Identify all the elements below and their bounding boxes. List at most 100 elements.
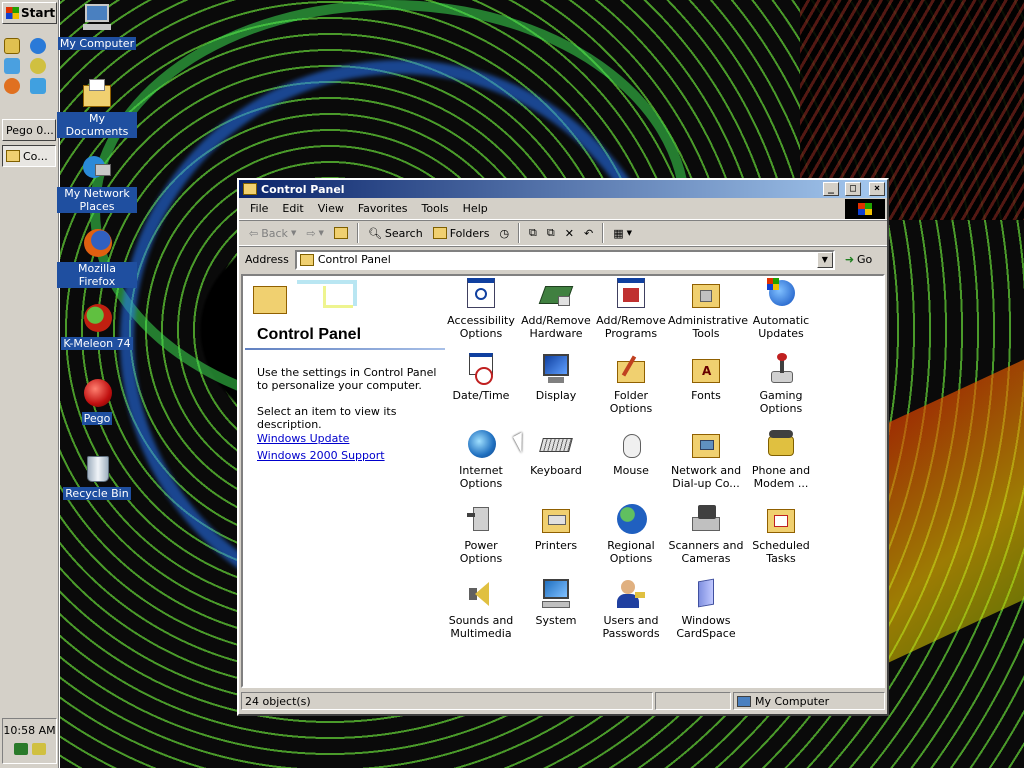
menu-favorites[interactable]: Favorites	[351, 202, 415, 215]
cp-item-label: System	[535, 614, 577, 627]
mouse-icon	[615, 428, 647, 460]
status-cell	[655, 692, 731, 710]
close-button[interactable]: ×	[869, 182, 885, 196]
pane-text: Use the settings in Control Panel to per…	[257, 366, 437, 392]
cp-item-display[interactable]: Display	[518, 353, 594, 402]
minimize-button[interactable]: _	[823, 182, 839, 196]
accessibility-icon	[465, 278, 497, 310]
address-value: Control Panel	[317, 253, 391, 266]
firefox-icon[interactable]	[4, 78, 20, 94]
taskbar: Start Pego 0... Co... 10:58 AM	[0, 0, 60, 768]
menu-tools[interactable]: Tools	[415, 202, 456, 215]
cp-item-windows-cardspace[interactable]: Windows CardSpace	[668, 578, 744, 640]
cp-item-phone-modem[interactable]: Phone and Modem ...	[743, 428, 819, 490]
network-tray-icon[interactable]	[13, 743, 28, 755]
undo-button[interactable]: ↶	[580, 222, 597, 244]
address-bar: Address Control Panel ▼ ➜ Go	[239, 246, 887, 272]
move-to-icon: ⧉	[529, 226, 537, 239]
cp-item-scheduled-tasks[interactable]: Scheduled Tasks	[743, 503, 819, 565]
views-button[interactable]: ▦ ▼	[609, 222, 636, 244]
cp-item-internet-options[interactable]: Internet Options	[443, 428, 519, 490]
cp-item-network[interactable]: Network and Dial-up Co...	[668, 428, 744, 490]
move-to-button[interactable]: ⧉	[525, 222, 541, 244]
cp-item-regional-options[interactable]: Regional Options	[593, 503, 669, 565]
clock[interactable]: 10:58 AM	[3, 724, 56, 737]
cp-item-gaming-options[interactable]: Gaming Options	[743, 353, 819, 415]
cp-item-mouse[interactable]: Mouse	[593, 428, 669, 477]
address-dropdown-button[interactable]: ▼	[816, 251, 833, 268]
cp-item-date-time[interactable]: Date/Time	[443, 353, 519, 402]
web-view-pane: Control Panel Use the settings in Contro…	[243, 276, 448, 686]
delete-button[interactable]: ✕	[561, 222, 578, 244]
start-button[interactable]: Start	[2, 2, 57, 24]
views-icon: ▦	[613, 226, 624, 240]
cp-item-accessibility[interactable]: Accessibility Options	[443, 278, 519, 340]
title-bar[interactable]: Control Panel _ □ ×	[239, 180, 887, 198]
cp-item-automatic-updates[interactable]: Automatic Updates	[743, 278, 819, 340]
recycle-bin-icon	[81, 452, 113, 484]
menu-help[interactable]: Help	[456, 202, 495, 215]
up-folder-button[interactable]	[330, 222, 352, 244]
cp-item-label: Mouse	[613, 464, 649, 477]
cp-item-keyboard[interactable]: Keyboard	[518, 428, 594, 477]
automatic-updates-icon	[765, 278, 797, 310]
display-icon	[540, 353, 572, 385]
undo-icon: ↶	[583, 226, 594, 240]
taskbar-button-control-panel[interactable]: Co...	[2, 145, 56, 167]
cp-item-system[interactable]: System	[518, 578, 594, 627]
desktop-icon-network-places[interactable]: My Network Places	[57, 152, 137, 213]
cp-item-printers[interactable]: Printers	[518, 503, 594, 552]
back-arrow-icon: ⇦	[249, 226, 259, 240]
keyboard-icon	[539, 428, 573, 460]
address-input[interactable]: Control Panel ▼	[294, 249, 835, 270]
folders-button[interactable]: Folders	[429, 222, 494, 244]
desktop-icon-label: K-Meleon 74	[61, 337, 133, 350]
copy-to-button[interactable]: ⧉	[543, 222, 559, 244]
forward-button[interactable]: ⇨ ▼	[302, 222, 328, 244]
search-label: Search	[384, 226, 423, 240]
toolbar-separator	[518, 223, 521, 243]
desktop-icon-k-meleon[interactable]: K-Meleon 74	[57, 302, 137, 350]
taskbar-button-pego[interactable]: Pego 0...	[2, 119, 56, 141]
network-icon	[690, 428, 722, 460]
desktop-icon-pego[interactable]: Pego	[57, 377, 137, 425]
menu-view[interactable]: View	[311, 202, 351, 215]
cp-item-users-passwords[interactable]: Users and Passwords	[593, 578, 669, 640]
cp-item-folder-options[interactable]: Folder Options	[593, 353, 669, 415]
control-panel-icon	[6, 150, 20, 162]
cp-item-add-hardware[interactable]: Add/Remove Hardware	[518, 278, 594, 340]
pane-title: Control Panel	[257, 326, 362, 343]
control-panel-banner-icon	[253, 280, 363, 320]
scheduled-tasks-icon	[765, 503, 797, 535]
menu-edit[interactable]: Edit	[275, 202, 310, 215]
link-windows-update[interactable]: Windows Update	[257, 430, 385, 447]
desktop-icon-firefox[interactable]: Mozilla Firefox	[57, 227, 137, 288]
desktop-icon-recycle-bin[interactable]: Recycle Bin	[57, 452, 137, 500]
cp-item-fonts[interactable]: A Fonts	[668, 353, 744, 402]
menu-file[interactable]: File	[243, 202, 275, 215]
search-button[interactable]: 🔍︎ Search	[364, 222, 427, 244]
internet-explorer-icon[interactable]	[30, 38, 46, 54]
desktop-icon-my-documents[interactable]: My Documents	[57, 77, 137, 138]
cp-item-sounds-multimedia[interactable]: Sounds and Multimedia	[443, 578, 519, 640]
link-windows-2000-support[interactable]: Windows 2000 Support	[257, 447, 385, 464]
maximize-button[interactable]: □	[845, 182, 861, 196]
toolbar: ⇦ Back ▼ ⇨ ▼ 🔍︎ Search Folders ◷ ⧉ ⧉ ✕ ↶	[239, 220, 887, 246]
outlook-icon[interactable]	[4, 58, 20, 74]
cp-item-scanners-cameras[interactable]: Scanners and Cameras	[668, 503, 744, 565]
back-button[interactable]: ⇦ Back ▼	[245, 222, 300, 244]
cp-item-label: Add/Remove Programs	[596, 314, 666, 340]
desktop-icon-my-computer[interactable]: My Computer	[57, 2, 137, 50]
history-button[interactable]: ◷	[495, 222, 513, 244]
go-button[interactable]: ➜ Go	[845, 253, 872, 266]
cp-item-power-options[interactable]: Power Options	[443, 503, 519, 565]
control-panel-icon	[299, 253, 314, 266]
cp-item-admin-tools[interactable]: Administrative Tools	[668, 278, 748, 340]
printers-icon	[540, 503, 572, 535]
volume-tray-icon[interactable]	[31, 743, 46, 755]
media-icon[interactable]	[30, 78, 46, 94]
cp-item-add-programs[interactable]: Add/Remove Programs	[593, 278, 669, 340]
show-desktop-icon[interactable]	[4, 38, 20, 54]
search-icon[interactable]	[30, 58, 46, 74]
cp-item-label: Scheduled Tasks	[752, 539, 810, 565]
